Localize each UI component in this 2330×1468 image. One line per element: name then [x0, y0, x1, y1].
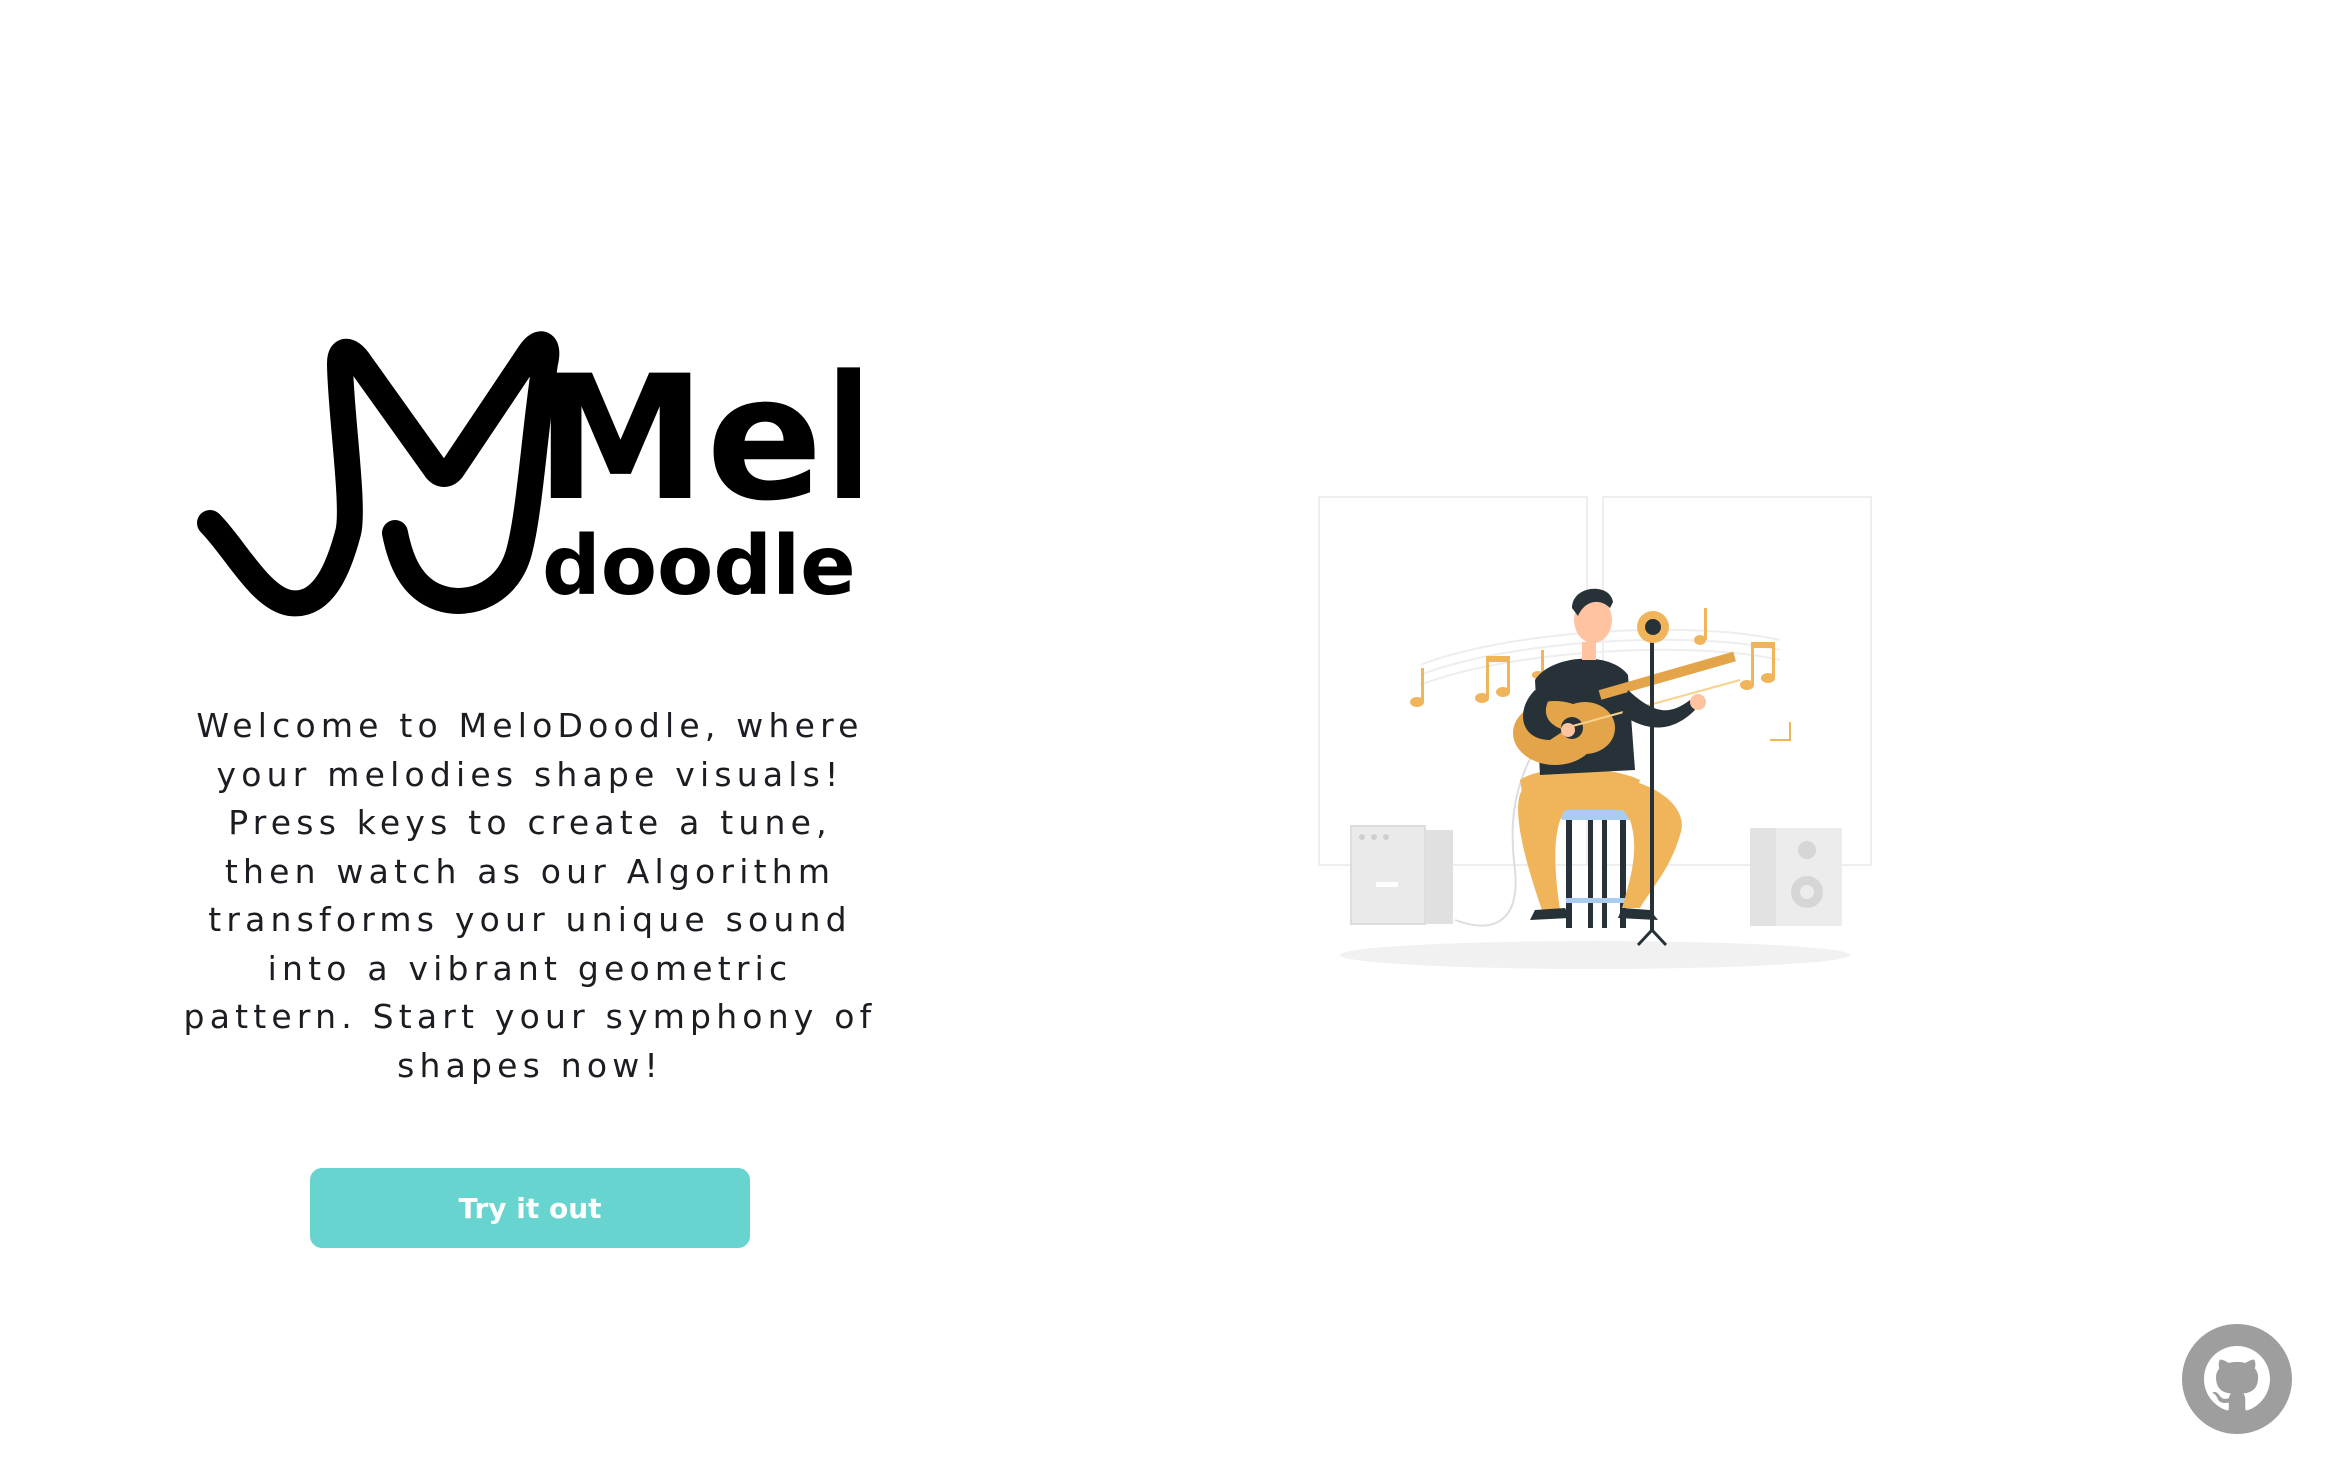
melodoodle-logo: Melo doodle: [190, 318, 860, 618]
try-it-out-button[interactable]: Try it out: [310, 1168, 750, 1248]
github-button[interactable]: [2182, 1324, 2292, 1434]
landing-page: Melo doodle Welcome to MeloDoodle, where…: [0, 0, 2330, 1468]
logo-word-melo: Melo: [535, 338, 860, 539]
logo-word-doodle: doodle: [542, 519, 856, 614]
guitarist-illustration: [1310, 490, 1880, 980]
github-icon: [2204, 1346, 2270, 1412]
welcome-description: Welcome to MeloDoodle, where your melodi…: [183, 706, 877, 1085]
